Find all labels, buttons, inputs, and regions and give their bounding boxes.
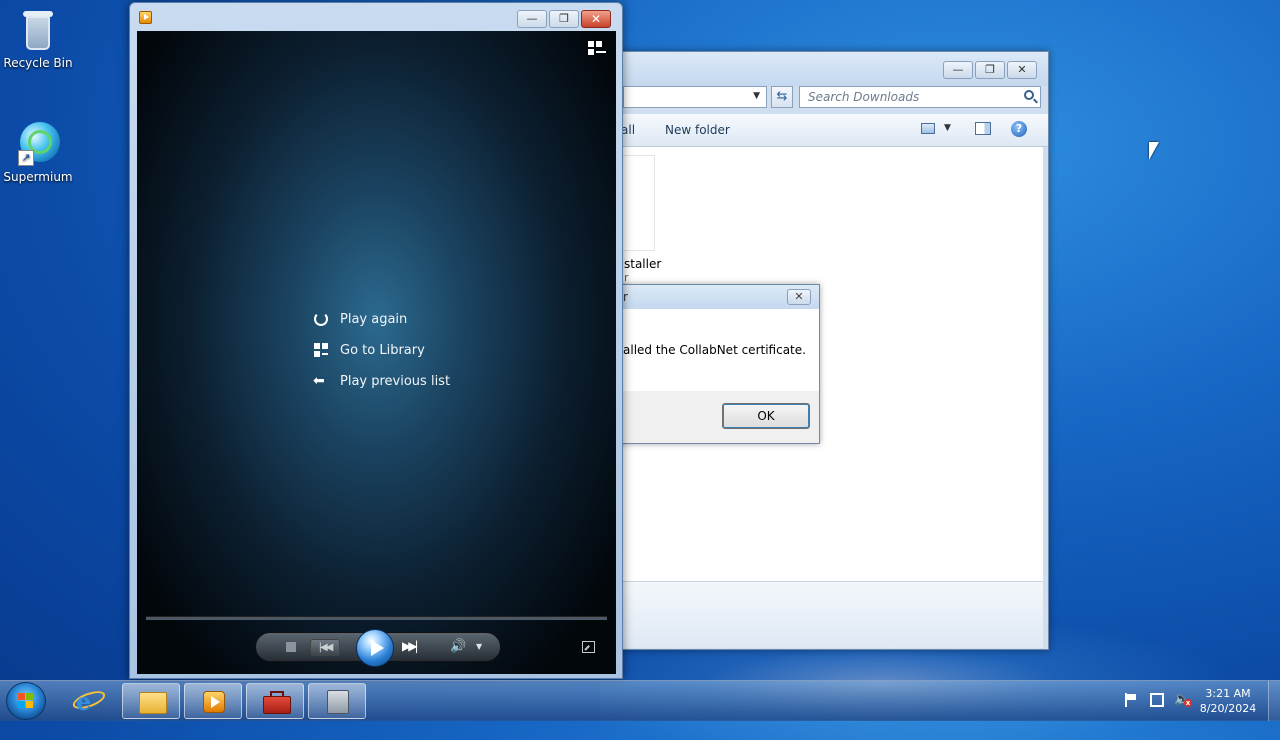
seek-bar[interactable]: [146, 616, 607, 620]
volume-icon[interactable]: 🔊: [450, 639, 466, 654]
search-icon: [1024, 90, 1034, 100]
file-thumbnail[interactable]: [621, 155, 655, 251]
volume-dropdown-icon[interactable]: ▼: [476, 642, 482, 651]
taskbar-explorer[interactable]: [122, 683, 180, 719]
maximize-button[interactable]: ❐: [975, 61, 1005, 79]
details-pane: [601, 581, 1043, 648]
internet-explorer-icon: e: [76, 687, 92, 716]
clock-time: 3:21 AM: [1205, 687, 1251, 700]
switch-to-compact-icon[interactable]: [582, 641, 595, 653]
volume-muted-icon[interactable]: 🔈 x: [1174, 693, 1192, 707]
change-view-icon[interactable]: [921, 123, 935, 134]
play-previous-list-label: Play previous list: [340, 373, 451, 389]
play-again-label: Play again: [340, 311, 408, 327]
clock-date: 8/20/2024: [1199, 702, 1257, 715]
stop-button[interactable]: [286, 642, 296, 652]
dialog-titlebar[interactable]: r ✕: [601, 285, 819, 309]
toolbar-item-partial[interactable]: all: [621, 123, 635, 137]
player-minimize-button[interactable]: —: [517, 10, 547, 28]
explorer-window-controls: — ❐ ✕: [943, 61, 1037, 79]
help-icon[interactable]: ?: [1011, 121, 1027, 137]
next-button[interactable]: ▶▶|: [402, 639, 418, 653]
close-button[interactable]: ✕: [1007, 61, 1037, 79]
view-options-dropdown-icon[interactable]: ▼: [944, 123, 951, 133]
dialog-body: alled the CollabNet certificate.: [601, 309, 819, 391]
search-input[interactable]: Search Downloads: [799, 86, 1041, 108]
play-button[interactable]: [356, 629, 394, 667]
player-close-button[interactable]: ✕: [581, 10, 611, 28]
command-bar: all New folder ▼ ?: [601, 114, 1048, 147]
player-restore-button[interactable]: ❐: [549, 10, 579, 28]
start-button[interactable]: [6, 682, 46, 720]
action-center-flag-icon[interactable]: [1124, 693, 1138, 707]
play-again-option[interactable]: Play again: [313, 311, 407, 327]
recycle-bin-icon: [18, 8, 58, 52]
toolbox-icon: [263, 691, 291, 714]
playback-controls: |◀◀ ▶▶| 🔊 ▼: [255, 629, 501, 667]
installer-icon: [327, 690, 349, 714]
clock[interactable]: 3:21 AM 8/20/2024: [1196, 686, 1260, 716]
refresh-button[interactable]: ⇆: [771, 86, 793, 108]
address-dropdown-icon[interactable]: ▼: [753, 91, 760, 101]
supermium-icon: ↗: [18, 122, 60, 166]
new-folder-button[interactable]: New folder: [665, 123, 730, 137]
play-previous-list-option[interactable]: ⬅ Play previous list: [313, 373, 450, 389]
go-to-library-label: Go to Library: [340, 342, 425, 358]
file-type-label: r: [624, 271, 629, 284]
desktop-icon-label: Recycle Bin: [3, 56, 73, 70]
mouse-cursor-icon: [1149, 142, 1159, 160]
address-bar[interactable]: ▼: [623, 86, 767, 108]
search-placeholder: Search Downloads: [808, 90, 920, 104]
windows-logo-icon: [18, 693, 34, 709]
taskbar-toolbox[interactable]: [246, 683, 304, 719]
dialog-title: r: [623, 290, 628, 304]
ok-button[interactable]: OK: [722, 403, 810, 429]
desktop-icon-label: Supermium: [3, 170, 73, 184]
replay-icon: [313, 311, 329, 327]
player-window-controls: — ❐ ✕: [517, 10, 611, 28]
message-dialog: r ✕ alled the CollabNet certificate. OK: [600, 284, 820, 444]
taskbar-installer[interactable]: [308, 683, 366, 719]
media-player-window: — ❐ ✕ Play again Go to Library ⬅ Play pr…: [129, 2, 623, 679]
show-desktop-button[interactable]: [1268, 681, 1280, 721]
go-to-library-option[interactable]: Go to Library: [313, 342, 425, 358]
file-name-label[interactable]: staller: [624, 257, 661, 271]
minimize-button[interactable]: —: [943, 61, 973, 79]
folder-icon: [139, 692, 167, 714]
dialog-close-button[interactable]: ✕: [787, 289, 811, 305]
address-row: ▼ ⇆ Search Downloads: [601, 86, 1048, 114]
media-player-icon: [139, 11, 152, 24]
desktop-icon-recycle-bin[interactable]: Recycle Bin: [0, 8, 76, 70]
desktop-icon-supermium[interactable]: ↗ Supermium: [0, 122, 76, 184]
taskbar-media-player[interactable]: [184, 683, 242, 719]
media-player-taskbar-icon: [203, 691, 225, 713]
switch-to-library-icon[interactable]: [588, 41, 606, 55]
library-icon: [313, 342, 329, 358]
taskbar-internet-explorer[interactable]: e: [60, 683, 118, 719]
network-icon[interactable]: [1150, 693, 1164, 707]
now-playing-area: Play again Go to Library ⬅ Play previous…: [137, 31, 616, 674]
back-arrow-icon: ⬅: [313, 373, 325, 389]
preview-pane-icon[interactable]: [975, 122, 991, 135]
refresh-icon: ⇆: [776, 89, 788, 104]
taskbar: e 🔈 x 3:21 AM 8/20/2024: [0, 680, 1280, 721]
dialog-message: alled the CollabNet certificate.: [623, 343, 806, 357]
previous-button[interactable]: |◀◀: [310, 639, 340, 656]
